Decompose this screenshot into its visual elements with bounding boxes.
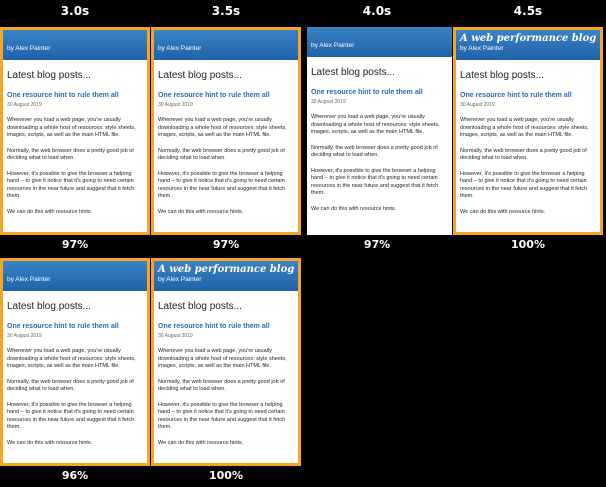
post-paragraph: Normally, the web browser does a pretty …: [460, 147, 587, 162]
post-date: 30 August 2019: [311, 99, 346, 105]
post-paragraph: Normally, the web browser does a pretty …: [7, 147, 134, 162]
site-header: by Alex Painter: [307, 27, 452, 57]
site-header: by Alex Painter: [3, 261, 147, 291]
post-paragraph: Whenever you load a web page, you're usu…: [460, 117, 589, 138]
byline: by Alex Painter: [158, 276, 202, 283]
post-paragraph: However, it's possible to give the brows…: [158, 170, 286, 200]
post-paragraph: However, it's possible to give the brows…: [158, 401, 286, 431]
post-paragraph: We can do this with resource hints.: [7, 208, 93, 215]
post-title: One resource hint to rule them all: [158, 323, 270, 330]
post-date: 30 August 2019: [158, 333, 193, 339]
page-heading: Latest blog posts...: [311, 67, 395, 78]
post-date: 30 August 2019: [7, 333, 42, 339]
frame-time-label: 4.5s: [513, 4, 543, 18]
page-heading: Latest blog posts...: [7, 70, 91, 81]
visual-progress-label: 97%: [212, 238, 240, 251]
post-paragraph: Whenever you load a web page, you're usu…: [311, 114, 440, 135]
post-paragraph: However, it's possible to give the brows…: [311, 167, 439, 197]
site-title: A web performance blog: [460, 33, 597, 44]
post-paragraph: We can do this with resource hints.: [460, 208, 546, 215]
post-title: One resource hint to rule them all: [7, 323, 119, 330]
post-title: One resource hint to rule them all: [158, 92, 270, 99]
byline: by Alex Painter: [7, 276, 51, 283]
post-date: 30 August 2019: [460, 102, 495, 108]
site-header: by Alex Painter: [154, 30, 298, 60]
visual-progress-label: 97%: [61, 238, 89, 251]
post-paragraph: Whenever you load a web page, you're usu…: [7, 348, 136, 369]
site-header: A web performance blog by Alex Painter: [456, 30, 600, 60]
byline: by Alex Painter: [311, 42, 355, 49]
filmstrip-frame[interactable]: A web performance blog by Alex Painter L…: [453, 27, 603, 235]
post-paragraph: Normally, the web browser does a pretty …: [311, 144, 438, 159]
post-paragraph: Normally, the web browser does a pretty …: [158, 147, 285, 162]
visual-progress-label: 100%: [209, 469, 243, 482]
post-paragraph: We can do this with resource hints.: [158, 439, 244, 446]
post-date: 30 August 2019: [158, 102, 193, 108]
post-paragraph: We can do this with resource hints.: [311, 205, 397, 212]
filmstrip-frame[interactable]: by Alex Painter Latest blog posts... One…: [0, 27, 150, 235]
post-paragraph: We can do this with resource hints.: [158, 208, 244, 215]
post-paragraph: Whenever you load a web page, you're usu…: [158, 348, 287, 369]
post-title: One resource hint to rule them all: [460, 92, 572, 99]
post-paragraph: Normally, the web browser does a pretty …: [7, 378, 134, 393]
filmstrip-frame[interactable]: by Alex Painter Latest blog posts... One…: [307, 27, 452, 235]
visual-progress-label: 100%: [511, 238, 545, 251]
visual-progress-label: 97%: [363, 238, 391, 251]
byline: by Alex Painter: [460, 45, 504, 52]
byline: by Alex Painter: [7, 45, 51, 52]
site-header: by Alex Painter: [3, 30, 147, 60]
site-title: A web performance blog: [158, 264, 295, 275]
post-paragraph: However, it's possible to give the brows…: [7, 401, 135, 431]
post-paragraph: We can do this with resource hints.: [7, 439, 93, 446]
frame-time-label: 3.5s: [211, 4, 241, 18]
post-date: 30 August 2019: [7, 102, 42, 108]
post-paragraph: Whenever you load a web page, you're usu…: [158, 117, 287, 138]
post-paragraph: Normally, the web browser does a pretty …: [158, 378, 285, 393]
post-paragraph: However, it's possible to give the brows…: [460, 170, 588, 200]
filmstrip-frame[interactable]: A web performance blog by Alex Painter L…: [151, 258, 301, 466]
filmstrip-frame[interactable]: by Alex Painter Latest blog posts... One…: [0, 258, 150, 466]
post-title: One resource hint to rule them all: [7, 92, 119, 99]
frame-time-label: 3.0s: [60, 4, 90, 18]
post-title: One resource hint to rule them all: [311, 89, 423, 96]
page-heading: Latest blog posts...: [460, 70, 544, 81]
page-heading: Latest blog posts...: [158, 70, 242, 81]
site-header: A web performance blog by Alex Painter: [154, 261, 298, 291]
page-heading: Latest blog posts...: [7, 301, 91, 312]
post-paragraph: Whenever you load a web page, you're usu…: [7, 117, 136, 138]
visual-progress-label: 96%: [61, 469, 89, 482]
filmstrip-frame[interactable]: by Alex Painter Latest blog posts... One…: [151, 27, 301, 235]
page-heading: Latest blog posts...: [158, 301, 242, 312]
post-paragraph: However, it's possible to give the brows…: [7, 170, 135, 200]
frame-time-label: 4.0s: [362, 4, 392, 18]
byline: by Alex Painter: [158, 45, 202, 52]
